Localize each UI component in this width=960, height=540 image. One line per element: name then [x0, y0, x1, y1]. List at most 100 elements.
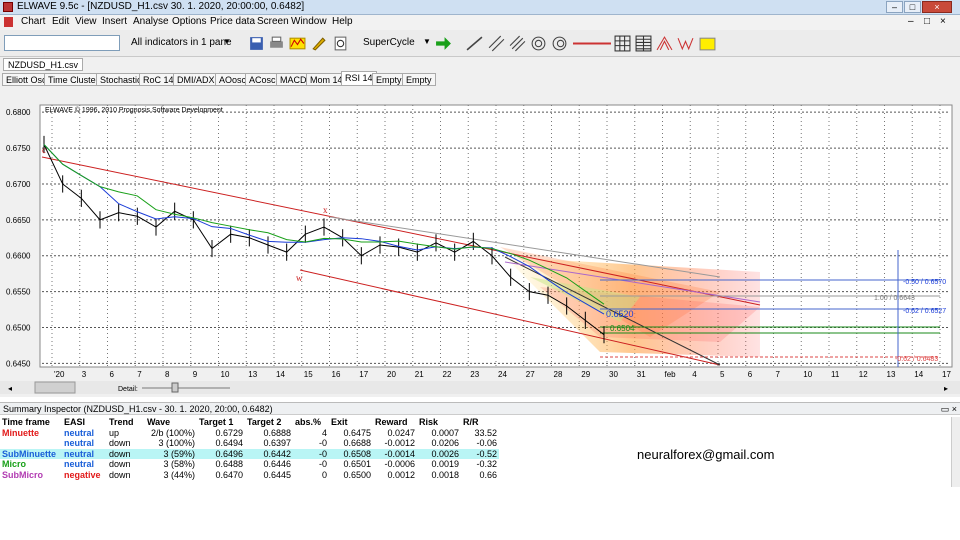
cell-2: up: [109, 427, 120, 438]
cell-1: neutral: [64, 448, 95, 459]
close-button[interactable]: ×: [922, 1, 952, 13]
table-grid-icon[interactable]: [635, 35, 652, 52]
cell-0: Micro: [2, 459, 27, 470]
y-tick-label: 0.6700: [6, 180, 31, 189]
menu-options[interactable]: Options: [172, 16, 206, 27]
save-icon[interactable]: [248, 35, 265, 52]
summary-scrollbar[interactable]: [951, 417, 960, 487]
menu-view[interactable]: View: [75, 16, 97, 27]
summary-row-micro[interactable]: Micro neutral down 3 (58%) 0.6488 0.6446 -0 0.6…: [0, 459, 499, 470]
indicators-select[interactable]: All indicators in 1 pane: [131, 37, 232, 48]
highlight-box-icon[interactable]: [699, 35, 716, 52]
menu-insert[interactable]: Insert: [102, 16, 127, 27]
summary-row-submicro[interactable]: SubMicro negative down 3 (44%) 0.6470 0.6445 0…: [0, 470, 499, 481]
price-mark-2: 0.6504: [610, 324, 635, 333]
print-icon[interactable]: [268, 35, 285, 52]
minimize-button[interactable]: –: [886, 1, 903, 13]
detail-slider-handle[interactable]: [171, 382, 179, 393]
tab-strip: NZDUSD_H1.csv Elliott Osc Time Clusters …: [0, 57, 960, 87]
parallel-lines-icon[interactable]: [488, 35, 505, 52]
cell-9: 0.0206: [431, 438, 459, 449]
x-tick-label: 8: [165, 370, 170, 379]
copyright-text: ELWAVE © 1996, 2010 Prognosis Software D…: [45, 106, 223, 114]
circle-icon[interactable]: [530, 35, 547, 52]
y-tick-label: 0.6750: [6, 144, 31, 153]
window-title: ELWAVE 9.5c - [NZDUSD_H1.csv 30. 1. 2020…: [17, 1, 305, 12]
chart-pane: 0.6800 0.6750 0.6700 0.6650 0.6600 0.6550 0.65…: [0, 87, 960, 397]
app-window: { "window": { "title": "ELWAVE 9.5c - [N…: [0, 0, 960, 540]
target-label-4: -0.62 / 0.6483: [895, 356, 938, 363]
x-tick-label: 29: [581, 370, 590, 379]
menu-edit[interactable]: Edit: [52, 16, 69, 27]
x-tick-label: 16: [332, 370, 341, 379]
trendline-icon[interactable]: [466, 35, 483, 52]
x-tick-label: 7: [137, 370, 142, 379]
price-chart[interactable]: 0.6800 0.6750 0.6700 0.6650 0.6600 0.6550 0.65…: [0, 87, 960, 397]
x-tick-label: 15: [304, 370, 313, 379]
spiral-icon[interactable]: [551, 35, 568, 52]
cycle-select[interactable]: SuperCycle: [363, 37, 415, 48]
menu-price-data[interactable]: Price data: [210, 16, 255, 27]
cell-5: 0.6888: [263, 427, 291, 438]
cell-6: 0: [321, 469, 327, 480]
y-tick-label: 0.6500: [6, 324, 31, 333]
chevron-down-icon[interactable]: ▼: [223, 37, 231, 46]
col-abs-pct: abs.%: [295, 417, 322, 428]
tab-empty-2[interactable]: Empty: [402, 73, 436, 86]
wave-label-w: w: [296, 273, 303, 283]
cell-9: 0.0019: [431, 459, 459, 470]
scroll-right-icon[interactable]: ▸: [944, 384, 948, 393]
search-input[interactable]: [4, 35, 120, 51]
menu-chart[interactable]: Chart: [21, 16, 45, 27]
file-tab[interactable]: NZDUSD_H1.csv: [3, 58, 84, 71]
summary-row-subminuette[interactable]: SubMinuette neutral down 3 (59%) 0.6496 0.644…: [0, 448, 499, 459]
summary-row-minuette-2[interactable]: neutral down 3 (100%) 0.6494 0.6397 -0 0.6688 -…: [0, 438, 499, 449]
menu-screen[interactable]: Screen: [257, 16, 289, 27]
document-preview-icon[interactable]: [332, 35, 349, 52]
menu-analyse[interactable]: Analyse: [133, 16, 169, 27]
cell-3: 2/b (100%): [150, 427, 195, 438]
tab-empty-1[interactable]: Empty: [372, 73, 406, 86]
x-tick-label: 6: [748, 370, 753, 379]
scroll-thumb[interactable]: [34, 381, 76, 394]
y-axis: 0.6800 0.6750 0.6700 0.6650 0.6600 0.6550 0.65…: [6, 108, 31, 368]
col-time-frame: Time frame: [2, 417, 50, 428]
tab-dmi-adx[interactable]: DMI/ADX: [173, 73, 219, 86]
doc-minimize-button[interactable]: –: [908, 16, 914, 27]
x-tick-label: 30: [609, 370, 618, 379]
cell-2: down: [109, 469, 131, 480]
summary-title: Summary Inspector (NZDUSD_H1.csv - 30. 1…: [3, 404, 273, 414]
horizontal-line-icon[interactable]: [572, 35, 612, 52]
fan-icon[interactable]: [656, 35, 673, 52]
cell-1: neutral: [64, 459, 95, 470]
summary-inspector: Summary Inspector (NZDUSD_H1.csv - 30. 1…: [0, 402, 960, 540]
cell-4: 0.6494: [215, 438, 243, 449]
pencil-icon[interactable]: [310, 35, 327, 52]
go-arrow-icon[interactable]: [435, 35, 452, 52]
summary-row-minuette[interactable]: Minuette neutral up 2/b (100%) 0.6729 0.6888 4…: [0, 428, 499, 439]
wave-scan-icon[interactable]: [289, 35, 306, 52]
cell-1: negative: [64, 469, 101, 480]
maximize-button[interactable]: □: [904, 1, 921, 13]
menu-bar: Chart Edit View Insert Analyse Options P…: [0, 15, 960, 30]
contact-email: neuralforex@gmail.com: [637, 447, 775, 462]
wave-pattern-icon[interactable]: [677, 35, 694, 52]
title-bar: ELWAVE 9.5c - [NZDUSD_H1.csv 30. 1. 2020…: [0, 0, 960, 15]
summary-window-controls[interactable]: ▭ ×: [941, 403, 957, 415]
y-tick-label: 0.6650: [6, 216, 31, 225]
channel-icon[interactable]: [509, 35, 526, 52]
menu-help[interactable]: Help: [332, 16, 353, 27]
menu-window[interactable]: Window: [291, 16, 327, 27]
grid-icon[interactable]: [614, 35, 631, 52]
tab-roc-14[interactable]: RoC 14: [139, 73, 178, 86]
scroll-left-icon[interactable]: ◂: [8, 384, 12, 393]
target-label-1: -0.50 / 0.6570: [903, 279, 946, 286]
tab-acosc[interactable]: ACosc: [245, 73, 280, 86]
chevron-down-icon[interactable]: ▼: [423, 37, 431, 46]
doc-close-button[interactable]: ×: [940, 16, 946, 27]
x-tick-label: 17: [359, 370, 368, 379]
col-risk: Risk: [419, 417, 439, 428]
cell-7: 0.6508: [343, 448, 371, 459]
x-tick-label: 23: [470, 370, 479, 379]
doc-restore-button[interactable]: □: [924, 16, 930, 27]
